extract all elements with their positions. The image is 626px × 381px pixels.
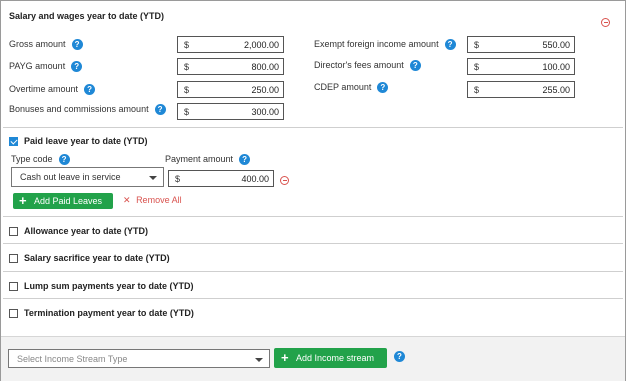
section-title-lump-sum: Lump sum payments year to date (YTD)	[24, 281, 194, 291]
type-code-select[interactable]: Cash out leave in service	[11, 167, 164, 187]
cdep-amount-input[interactable]: $255.00	[467, 81, 575, 98]
section-title-paid-leave: Paid leave year to date (YTD)	[24, 136, 148, 146]
gross-amount-input[interactable]: $2,000.00	[177, 36, 284, 53]
type-code-value: Cash out leave in service	[20, 172, 121, 182]
help-icon[interactable]: ?	[409, 60, 421, 72]
exempt-foreign-income-label: Exempt foreign income amount?	[314, 39, 456, 51]
gross-amount-label: Gross amount?	[9, 39, 83, 51]
add-income-stream-label: Add Income stream	[296, 353, 375, 363]
payg-amount-input[interactable]: $800.00	[177, 58, 284, 75]
section-title-salary-wages: Salary and wages year to date (YTD)	[9, 11, 165, 21]
exempt-foreign-income-value: 550.00	[542, 40, 570, 50]
payment-amount-label: Payment amount?	[165, 154, 251, 166]
chevron-down-icon	[149, 176, 157, 180]
remove-all-link[interactable]: ✕ Remove All	[123, 195, 182, 206]
type-code-label: Type code?	[11, 154, 70, 166]
paid-leave-checkbox[interactable]	[9, 137, 18, 146]
add-income-stream-button[interactable]: + Add Income stream	[274, 348, 387, 368]
divider	[3, 216, 623, 217]
currency-symbol: $	[184, 62, 190, 72]
bonuses-amount-input[interactable]: $300.00	[177, 103, 284, 120]
section-title-salary-sacrifice: Salary sacrifice year to date (YTD)	[24, 253, 170, 263]
plus-icon: +	[19, 193, 27, 208]
help-icon[interactable]: ?	[71, 39, 83, 51]
help-icon[interactable]: ?	[71, 61, 83, 73]
add-paid-leaves-button[interactable]: + Add Paid Leaves	[13, 193, 113, 209]
income-stream-type-select[interactable]: Select Income Stream Type	[8, 349, 270, 368]
help-icon[interactable]: ?	[444, 39, 456, 51]
payg-amount-label: PAYG amount?	[9, 61, 83, 73]
divider	[3, 298, 623, 299]
divider	[3, 271, 623, 272]
bonuses-amount-label: Bonuses and commissions amount?	[9, 104, 166, 116]
help-icon[interactable]: ?	[239, 154, 251, 166]
currency-symbol: $	[184, 40, 190, 50]
currency-symbol: $	[474, 40, 480, 50]
help-icon[interactable]: ?	[154, 104, 166, 116]
directors-fees-input[interactable]: $100.00	[467, 58, 575, 75]
currency-symbol: $	[474, 62, 480, 72]
remove-row-icon[interactable]	[280, 176, 289, 185]
remove-section-icon[interactable]	[601, 18, 610, 27]
gross-amount-value: 2,000.00	[243, 40, 279, 50]
remove-all-label: Remove All	[136, 195, 182, 205]
payment-amount-value: 400.00	[241, 174, 269, 184]
cdep-amount-value: 255.00	[542, 85, 570, 95]
currency-symbol: $	[184, 85, 190, 95]
bonuses-amount-value: 300.00	[251, 107, 279, 117]
overtime-amount-input[interactable]: $250.00	[177, 81, 284, 98]
divider	[3, 127, 623, 128]
payg-amount-value: 800.00	[251, 62, 279, 72]
section-title-allowance: Allowance year to date (YTD)	[24, 226, 149, 236]
lump-sum-checkbox[interactable]	[9, 282, 18, 291]
section-title-termination-payment: Termination payment year to date (YTD)	[24, 308, 194, 318]
currency-symbol: $	[474, 85, 480, 95]
help-icon[interactable]: ?	[377, 82, 389, 94]
cdep-amount-label: CDEP amount?	[314, 82, 389, 94]
allowance-checkbox[interactable]	[9, 227, 18, 236]
chevron-down-icon	[255, 358, 263, 362]
help-icon[interactable]: ?	[58, 154, 70, 166]
currency-symbol: $	[184, 107, 190, 117]
overtime-amount-value: 250.00	[251, 85, 279, 95]
directors-fees-value: 100.00	[542, 62, 570, 72]
currency-symbol: $	[175, 174, 181, 184]
exempt-foreign-income-input[interactable]: $550.00	[467, 36, 575, 53]
add-paid-leaves-label: Add Paid Leaves	[34, 196, 103, 206]
plus-icon: +	[281, 350, 289, 365]
close-icon: ✕	[123, 195, 131, 205]
divider	[3, 243, 623, 244]
help-icon[interactable]: ?	[394, 351, 405, 362]
payment-amount-input[interactable]: $400.00	[168, 170, 274, 187]
termination-payment-checkbox[interactable]	[9, 309, 18, 318]
salary-sacrifice-checkbox[interactable]	[9, 254, 18, 263]
directors-fees-label: Director's fees amount?	[314, 60, 421, 72]
income-stream-placeholder: Select Income Stream Type	[17, 354, 128, 364]
overtime-amount-label: Overtime amount?	[9, 84, 96, 96]
help-icon[interactable]: ?	[84, 84, 96, 96]
